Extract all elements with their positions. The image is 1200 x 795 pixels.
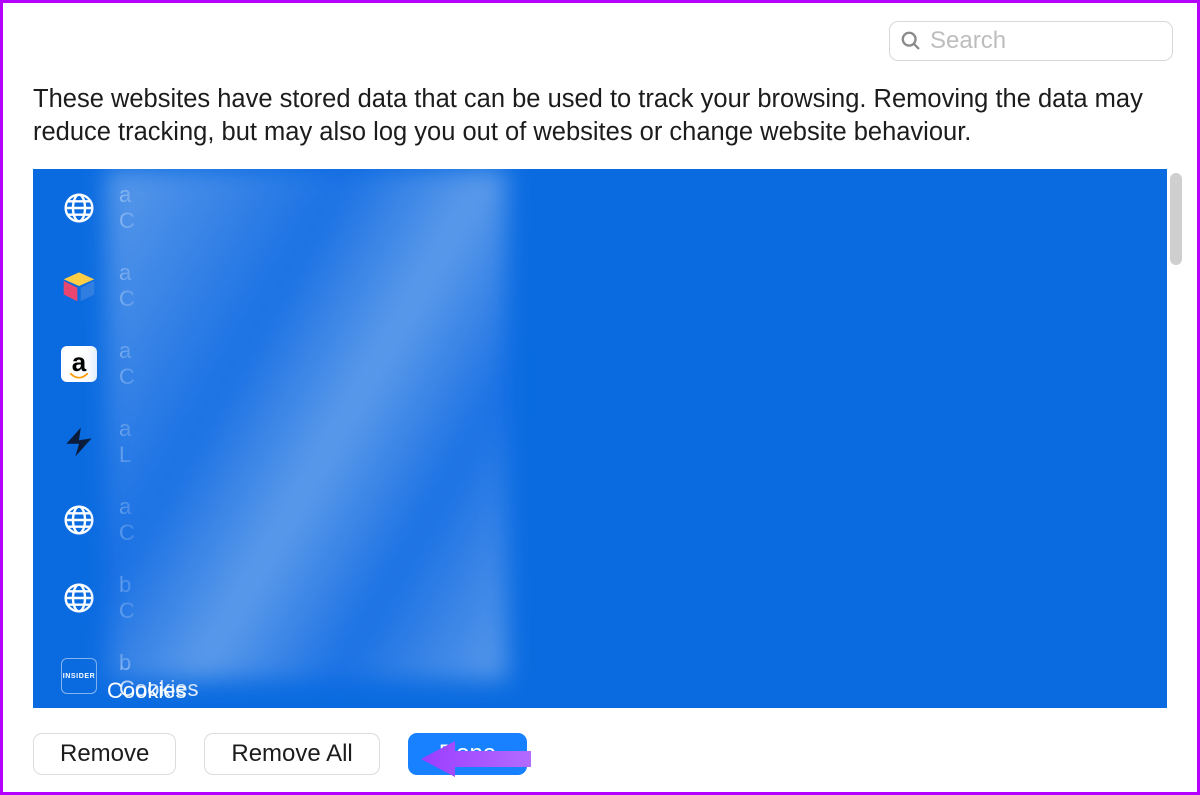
website-data-list[interactable]: a C a C a a C xyxy=(33,169,1167,708)
done-button[interactable]: Done xyxy=(408,733,527,775)
footer: Remove Remove All Done xyxy=(33,730,1173,778)
redaction-blur xyxy=(107,169,507,680)
remove-all-button[interactable]: Remove All xyxy=(204,733,379,775)
search-input[interactable] xyxy=(930,27,1162,55)
airtable-icon xyxy=(61,268,97,304)
globe-icon xyxy=(61,580,97,616)
search-icon xyxy=(900,30,922,52)
star-icon xyxy=(61,424,97,460)
search-field[interactable] xyxy=(889,21,1173,61)
cookies-label: Cookies xyxy=(107,678,186,704)
amazon-icon: a xyxy=(61,346,97,382)
insider-icon: INSIDER xyxy=(61,658,97,694)
globe-icon xyxy=(61,502,97,538)
globe-icon xyxy=(61,190,97,226)
scrollbar[interactable] xyxy=(1169,169,1183,708)
remove-button[interactable]: Remove xyxy=(33,733,176,775)
description-text: These websites have stored data that can… xyxy=(33,83,1167,149)
scrollbar-thumb[interactable] xyxy=(1170,173,1182,265)
insider-icon-text: INSIDER xyxy=(63,673,96,680)
website-data-list-wrap: a C a C a a C xyxy=(33,169,1183,708)
